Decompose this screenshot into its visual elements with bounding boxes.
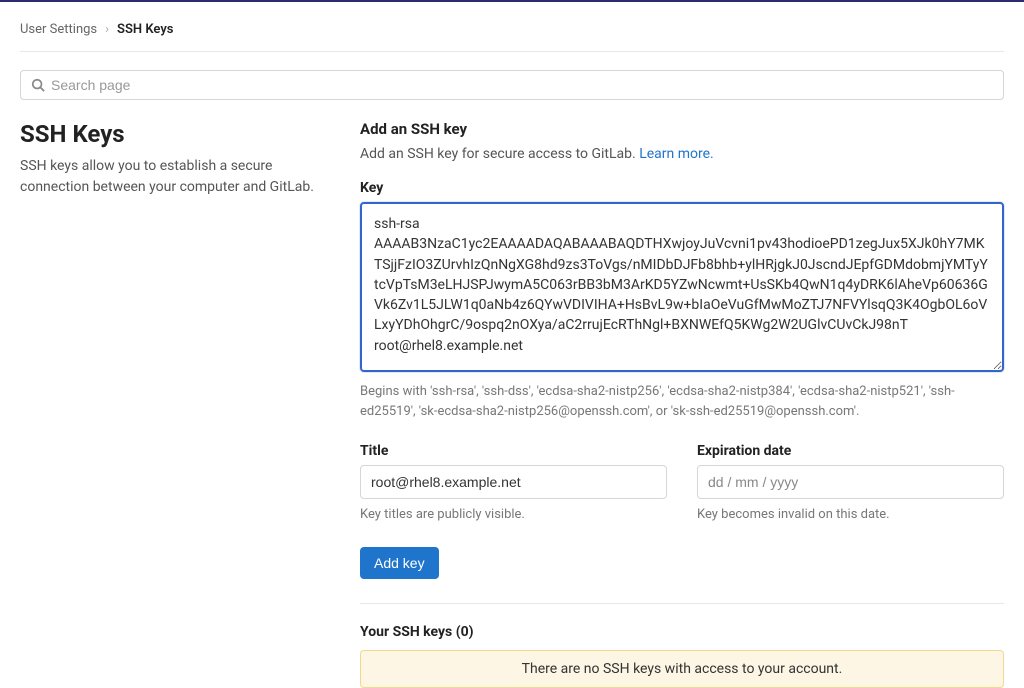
your-ssh-keys-heading: Your SSH keys (0): [360, 624, 1004, 640]
key-textarea[interactable]: ssh-rsa AAAAB3NzaC1yc2EAAAADAQABAAABAQDT…: [360, 202, 1004, 372]
search-section: [20, 70, 1004, 100]
breadcrumb-parent[interactable]: User Settings: [20, 22, 97, 37]
page-description: SSH keys allow you to establish a secure…: [20, 156, 340, 198]
breadcrumb: User Settings › SSH Keys: [20, 16, 1004, 52]
title-helper-text: Key titles are publicly visible.: [360, 505, 667, 525]
expiration-field: Expiration date Key becomes invalid on t…: [697, 443, 1004, 525]
search-input-wrapper[interactable]: [20, 70, 1004, 100]
search-icon: [31, 78, 45, 92]
right-column: Add an SSH key Add an SSH key for secure…: [360, 120, 1004, 688]
add-ssh-key-subtext-text: Add an SSH key for secure access to GitL…: [360, 146, 639, 162]
learn-more-link[interactable]: Learn more.: [639, 146, 714, 162]
breadcrumb-separator: ›: [105, 22, 109, 37]
expiration-label: Expiration date: [697, 443, 1004, 459]
top-border: [0, 0, 1024, 2]
title-field: Title Key titles are publicly visible.: [360, 443, 667, 525]
section-divider: [360, 603, 1004, 604]
page-title: SSH Keys: [20, 120, 340, 148]
title-label: Title: [360, 443, 667, 459]
search-input[interactable]: [51, 77, 993, 93]
expiration-input[interactable]: [697, 465, 1004, 499]
left-column: SSH Keys SSH keys allow you to establish…: [20, 120, 340, 688]
title-input[interactable]: [360, 465, 667, 499]
key-helper-text: Begins with 'ssh-rsa', 'ssh-dss', 'ecdsa…: [360, 382, 1004, 421]
add-key-button[interactable]: Add key: [360, 547, 439, 579]
add-ssh-key-heading: Add an SSH key: [360, 120, 1004, 138]
key-label: Key: [360, 180, 1004, 196]
breadcrumb-current: SSH Keys: [117, 22, 173, 37]
expiration-helper-text: Key becomes invalid on this date.: [697, 505, 1004, 525]
add-ssh-key-subtext: Add an SSH key for secure access to GitL…: [360, 146, 1004, 162]
